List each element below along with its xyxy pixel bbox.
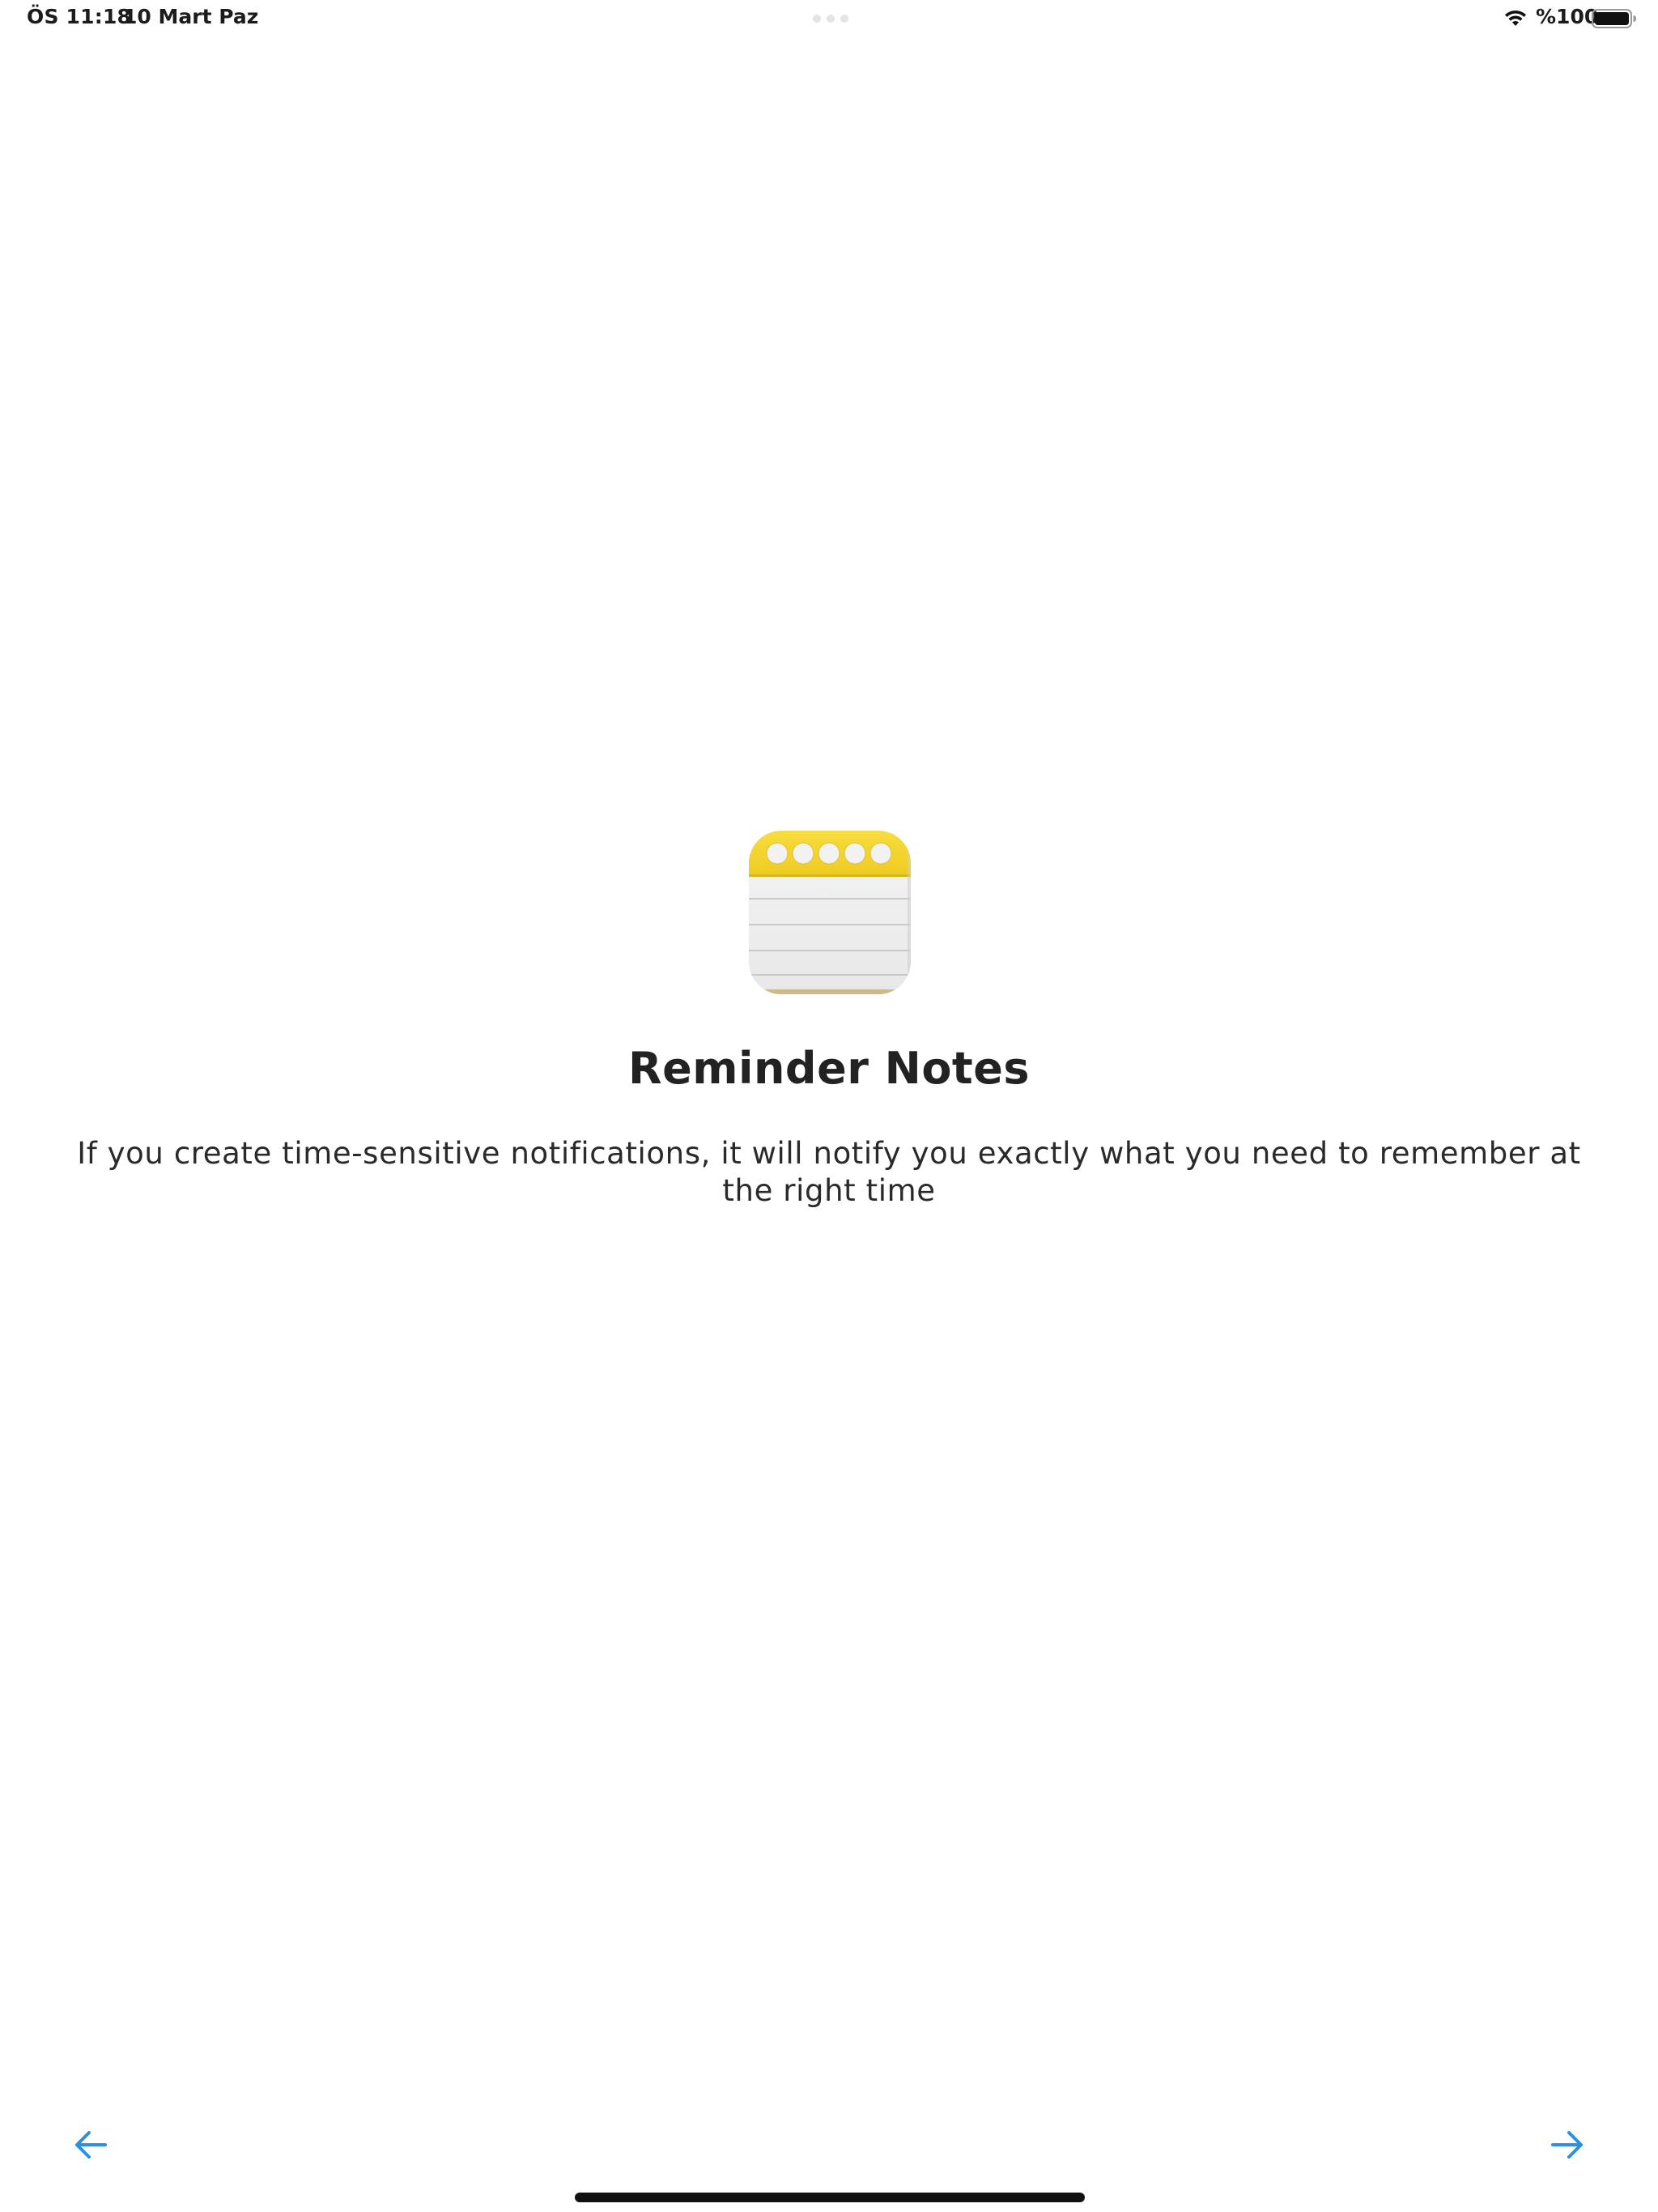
status-time: ÖS 11:18: [27, 5, 132, 28]
multitask-dot: [813, 15, 821, 23]
wifi-icon: [1505, 10, 1526, 26]
arrow-left-icon: [75, 2131, 107, 2159]
arrow-right-icon: [1551, 2131, 1583, 2159]
status-bar: ÖS 11:18 10 Mart Paz %100: [0, 0, 1658, 39]
multitask-dot: [827, 15, 835, 23]
next-button[interactable]: [1543, 2122, 1592, 2167]
battery-percent: %100: [1536, 5, 1599, 28]
battery-icon: [1592, 9, 1636, 28]
status-date: 10 Mart Paz: [123, 5, 259, 28]
previous-button[interactable]: [66, 2122, 115, 2167]
multitasking-handle[interactable]: [813, 15, 848, 23]
notepad-icon: [749, 831, 911, 994]
page-description: If you create time-sensitive notificatio…: [77, 1136, 1581, 1208]
page-title: Reminder Notes: [627, 1043, 1030, 1094]
multitask-dot: [840, 15, 848, 23]
home-indicator[interactable]: [575, 2193, 1085, 2202]
